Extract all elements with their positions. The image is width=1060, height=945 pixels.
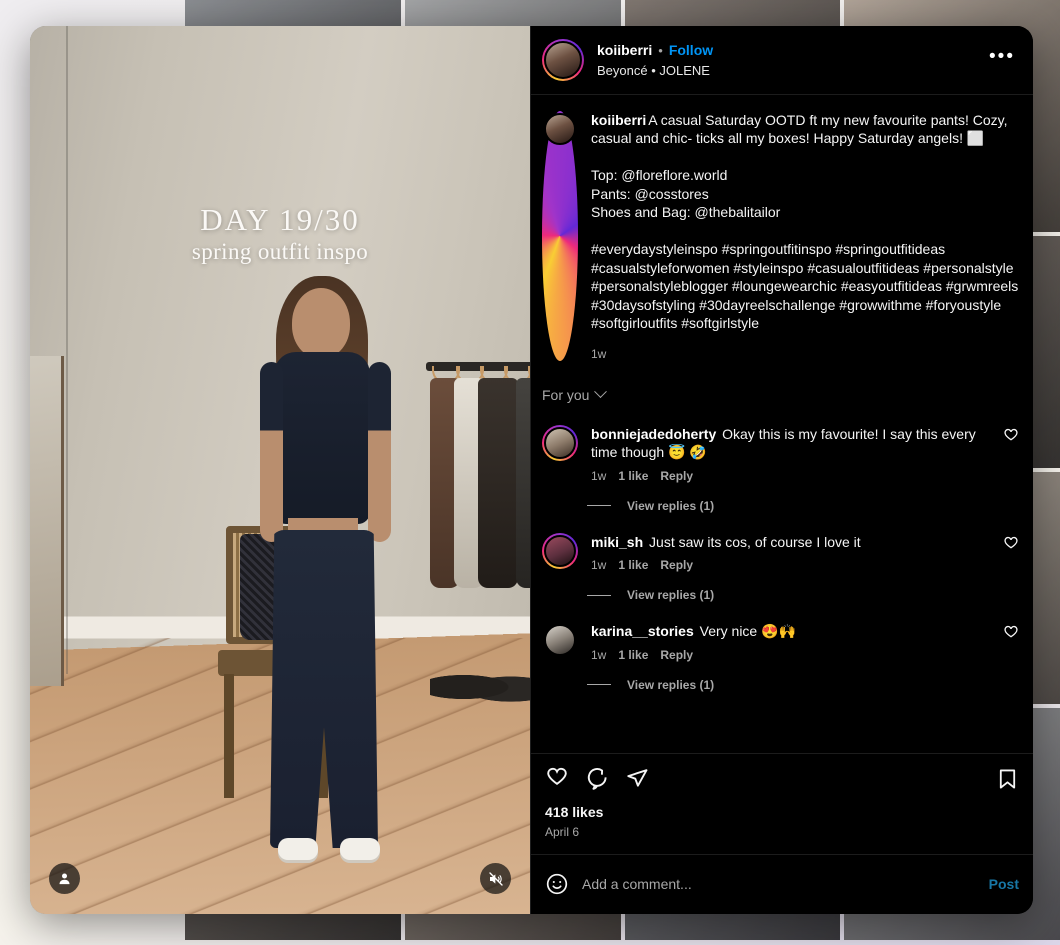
person-sandal [340, 838, 380, 860]
wall-corner [66, 26, 68, 674]
post-comment-button[interactable]: Post [989, 876, 1019, 892]
comment-row: bonniejadedoherty Okay this is my favour… [542, 424, 1019, 483]
comment-likes[interactable]: 1 like [618, 558, 648, 572]
audio-track-label[interactable]: Beyoncé • JOLENE [597, 62, 972, 79]
post-media-player[interactable]: DAY 19/30 spring outfit inspo [30, 26, 530, 914]
comment-reply-button[interactable]: Reply [660, 648, 693, 662]
author-avatar-ring[interactable] [542, 39, 584, 81]
reply-divider-line [587, 594, 611, 596]
heart-icon[interactable] [545, 766, 569, 790]
action-icon-row [545, 766, 1019, 790]
commenter-username[interactable]: karina__stories [591, 623, 694, 639]
post-date-label: April 6 [545, 825, 580, 839]
person-head [292, 288, 350, 358]
post-info-pane: koiiberri • Follow Beyoncé • JOLENE ••• … [530, 26, 1033, 914]
bookmark-icon[interactable] [996, 767, 1019, 790]
comment-meta: 1w 1 like Reply [591, 469, 990, 483]
comment-filter-label: For you [542, 386, 590, 403]
view-replies-label: View replies (1) [627, 677, 715, 692]
caption-text: A casual Saturday OOTD ft my new favouri… [591, 112, 1019, 332]
person-top [274, 352, 370, 524]
caption-entry: koiiberri A casual Saturday OOTD ft my ne… [542, 111, 1019, 361]
post-header-text: koiiberri • Follow Beyoncé • JOLENE [597, 41, 972, 79]
comment-text-block: karina__stories Very nice 😍🙌 [591, 622, 990, 640]
comments-scroll-area[interactable]: koiiberri A casual Saturday OOTD ft my ne… [531, 95, 1033, 754]
caption-body: koiiberri A casual Saturday OOTD ft my ne… [591, 111, 1019, 361]
comment-row: karina__stories Very nice 😍🙌 1w 1 like R… [542, 622, 1019, 662]
avatar [544, 113, 576, 145]
comment-timestamp: 1w [591, 647, 607, 662]
caption-avatar-ring[interactable] [542, 111, 578, 361]
chevron-down-icon [594, 385, 608, 399]
comment-body: karina__stories Very nice 😍🙌 1w 1 like R… [591, 622, 990, 661]
caption-timestamp: 1w [591, 346, 607, 361]
view-replies-button[interactable]: View replies (1) [587, 499, 1019, 513]
post-author-username[interactable]: koiiberri [597, 41, 652, 59]
commenter-avatar-ring[interactable] [542, 532, 578, 569]
post-action-bar: 418 likes April 6 [531, 754, 1033, 839]
commenter-username[interactable]: miki_sh [591, 534, 643, 550]
garment [478, 378, 518, 588]
speaker-muted-icon[interactable] [480, 863, 511, 894]
like-comment-heart-icon[interactable] [1003, 428, 1019, 444]
person-arm [368, 362, 391, 542]
avatar [544, 534, 576, 567]
comment-icon[interactable] [585, 766, 609, 790]
avatar [544, 426, 576, 459]
comment-item: bonniejadedoherty Okay this is my favour… [542, 424, 1019, 513]
view-replies-button[interactable]: View replies (1) [587, 588, 1019, 602]
comment-reply-button[interactable]: Reply [660, 558, 693, 572]
caption-text-block: koiiberri A casual Saturday OOTD ft my ne… [591, 111, 1019, 333]
comment-input[interactable] [582, 876, 976, 892]
like-comment-heart-icon[interactable] [1003, 536, 1019, 552]
share-icon[interactable] [625, 766, 649, 790]
view-replies-label: View replies (1) [627, 498, 715, 513]
comment-text: Just saw its cos, of course I love it [649, 533, 861, 550]
comment-item: miki_sh Just saw its cos, of course I lo… [542, 532, 1019, 602]
garment [516, 378, 530, 588]
comment-likes[interactable]: 1 like [618, 648, 648, 662]
post-modal: DAY 19/30 spring outfit inspo koiiberri … [30, 26, 1033, 914]
shoes-on-floor [430, 666, 530, 708]
comment-body: miki_sh Just saw its cos, of course I lo… [591, 533, 990, 572]
caption-username[interactable]: koiiberri [591, 112, 646, 128]
chair-leg [224, 674, 234, 798]
post-header: koiiberri • Follow Beyoncé • JOLENE ••• [531, 26, 1033, 95]
comment-text-block: miki_sh Just saw its cos, of course I lo… [591, 533, 990, 551]
avatar [544, 624, 576, 657]
post-author-row: koiiberri • Follow [597, 41, 972, 59]
commenter-avatar-ring[interactable] [542, 424, 578, 461]
comment-reply-button[interactable]: Reply [660, 469, 693, 483]
person-tag-icon[interactable] [49, 863, 80, 894]
comment-meta: 1w 1 like Reply [591, 558, 990, 572]
person-arm [260, 362, 283, 542]
comment-text-block: bonniejadedoherty Okay this is my favour… [591, 425, 990, 462]
reply-divider-line [587, 505, 611, 507]
comment-meta: 1w 1 like Reply [591, 648, 990, 662]
mirror [30, 356, 64, 686]
commenter-avatar-ring[interactable] [542, 622, 578, 658]
comment-timestamp: 1w [591, 468, 607, 483]
likes-count-label[interactable]: 418 likes [545, 804, 1019, 820]
commenter-username[interactable]: bonniejadedoherty [591, 426, 716, 442]
like-comment-heart-icon[interactable] [1003, 625, 1019, 641]
avatar [544, 41, 582, 79]
emoji-icon[interactable] [545, 872, 569, 896]
comment-filter-dropdown[interactable]: For you [542, 385, 1019, 403]
comment-body: bonniejadedoherty Okay this is my favour… [591, 425, 990, 483]
view-replies-button[interactable]: View replies (1) [587, 678, 1019, 692]
follow-button[interactable]: Follow [669, 41, 713, 59]
comment-row: miki_sh Just saw its cos, of course I lo… [542, 532, 1019, 572]
person-sandal [278, 838, 318, 860]
more-options-icon[interactable]: ••• [985, 43, 1019, 77]
reply-divider-line [587, 684, 611, 685]
view-replies-label: View replies (1) [627, 588, 715, 603]
comment-likes[interactable]: 1 like [618, 469, 648, 483]
separator-dot: • [658, 43, 663, 59]
comment-timestamp: 1w [591, 558, 607, 573]
comment-composer: Post [531, 854, 1033, 914]
comment-text: Very nice 😍🙌 [699, 623, 796, 640]
comment-item: karina__stories Very nice 😍🙌 1w 1 like R… [542, 622, 1019, 692]
